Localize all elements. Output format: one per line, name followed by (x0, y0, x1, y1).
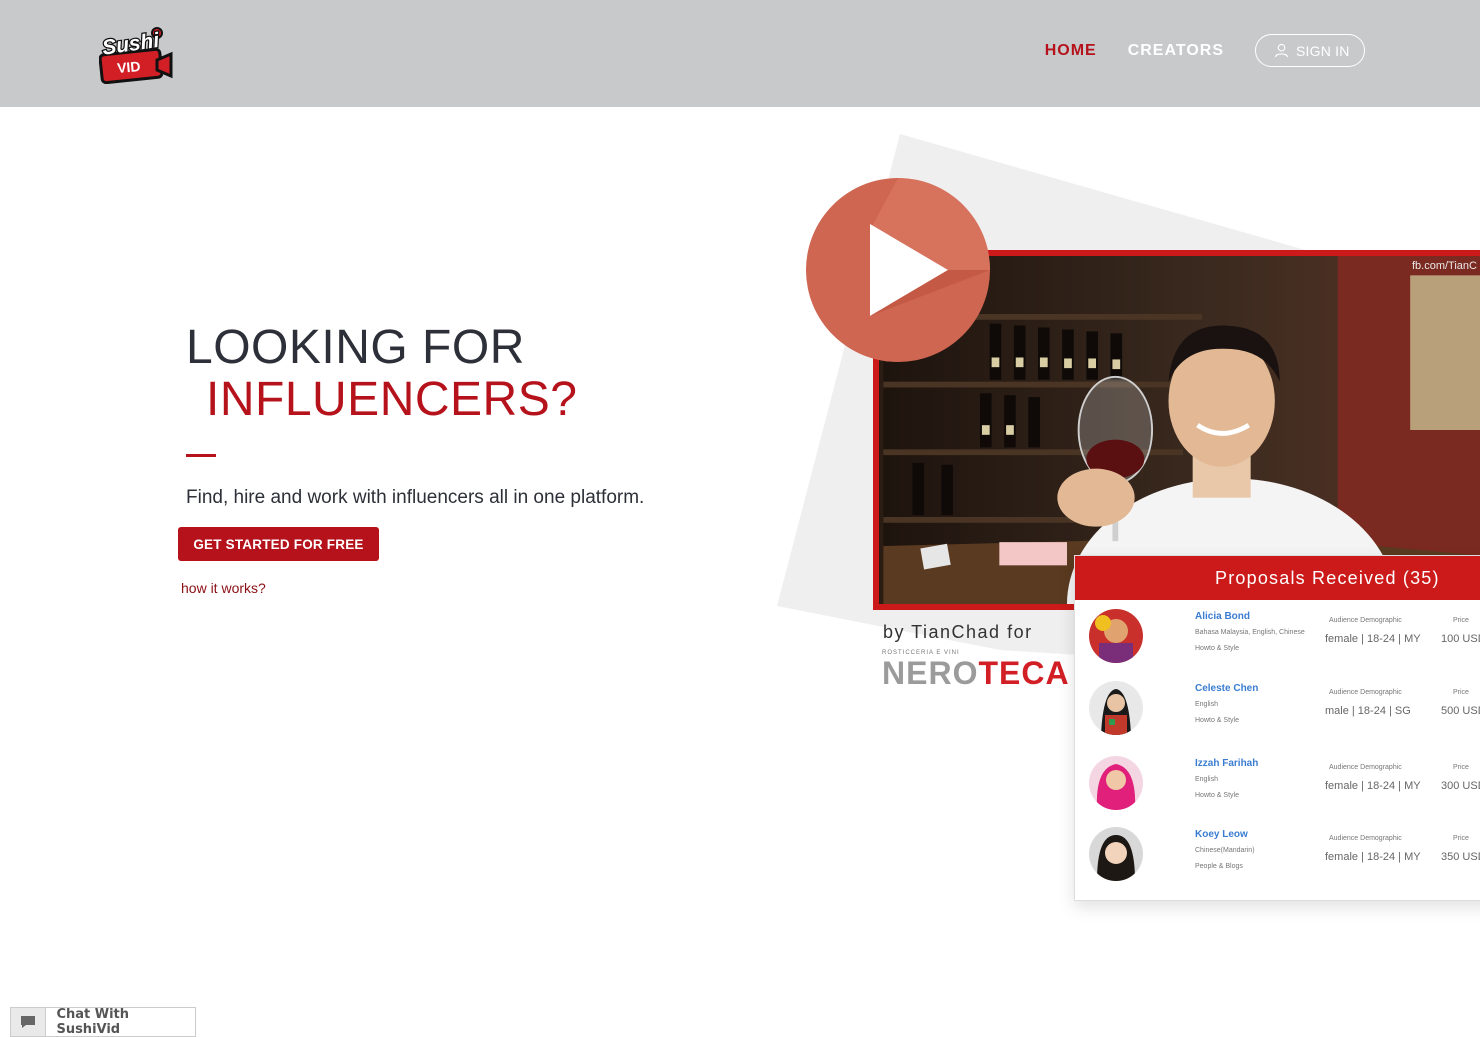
demographic-value: female | 18-24 | MY (1325, 780, 1421, 792)
client-logo-part1: NERO (882, 655, 979, 691)
creator-languages: Chinese(Mandarin) (1195, 847, 1255, 854)
price-label: Price (1453, 617, 1469, 624)
chat-bubble-icon (11, 1008, 47, 1036)
creator-name[interactable]: Celeste Chen (1195, 683, 1258, 694)
video-watermark: fb.com/TianC (1411, 260, 1477, 272)
avatar (1089, 756, 1143, 810)
proposal-row[interactable]: Izzah Farihah English Howto & Style Audi… (1075, 756, 1480, 826)
price-label: Price (1453, 764, 1469, 771)
chat-widget[interactable]: Chat With SushiVid (10, 1007, 196, 1037)
price-label: Price (1453, 835, 1469, 842)
creator-name[interactable]: Koey Leow (1195, 829, 1248, 840)
avatar (1089, 681, 1143, 735)
creator-languages: Bahasa Malaysia, English, Chinese (1195, 629, 1305, 636)
proposal-row[interactable]: Koey Leow Chinese(Mandarin) People & Blo… (1075, 827, 1480, 897)
demographic-value: female | 18-24 | MY (1325, 633, 1421, 645)
proposal-row[interactable]: Celeste Chen English Howto & Style Audie… (1075, 681, 1480, 751)
price-value: 350 USD (1441, 851, 1480, 863)
demographic-label: Audience Demographic (1329, 617, 1402, 624)
client-logo: ROSTICCERIA E VINI NEROTECA (882, 650, 1070, 689)
creator-name[interactable]: Alicia Bond (1195, 611, 1250, 622)
proposals-title: Proposals Received (35) (1075, 556, 1480, 600)
creator-languages: English (1195, 701, 1218, 708)
creator-category: Howto & Style (1195, 717, 1239, 724)
proposals-card: Proposals Received (35) Alicia Bond Baha… (1074, 555, 1480, 901)
creator-languages: English (1195, 776, 1218, 783)
demographic-label: Audience Demographic (1329, 689, 1402, 696)
client-logo-part2: TECA (978, 655, 1070, 691)
creator-category: People & Blogs (1195, 863, 1243, 870)
proposal-row[interactable]: Alicia Bond Bahasa Malaysia, English, Ch… (1075, 609, 1480, 679)
demographic-label: Audience Demographic (1329, 835, 1402, 842)
price-value: 500 USD (1441, 705, 1480, 717)
price-label: Price (1453, 689, 1469, 696)
chat-label: Chat With SushiVid (56, 1007, 130, 1037)
demographic-value: male | 18-24 | SG (1325, 705, 1411, 717)
creator-category: Howto & Style (1195, 645, 1239, 652)
play-icon[interactable] (806, 178, 990, 362)
demographic-value: female | 18-24 | MY (1325, 851, 1421, 863)
price-value: 300 USD (1441, 780, 1480, 792)
creator-category: Howto & Style (1195, 792, 1239, 799)
price-value: 100 USD (1441, 633, 1480, 645)
demographic-label: Audience Demographic (1329, 764, 1402, 771)
creator-name[interactable]: Izzah Farihah (1195, 758, 1258, 769)
avatar (1089, 609, 1143, 663)
creator-credit: by TianChad for (883, 622, 1033, 642)
avatar (1089, 827, 1143, 881)
